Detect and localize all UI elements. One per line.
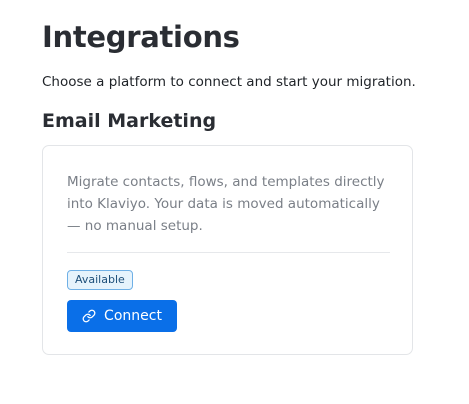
- integrations-page: Integrations Choose a platform to connec…: [0, 0, 469, 404]
- page-title: Integrations: [42, 20, 240, 54]
- page-subtitle: Choose a platform to connect and start y…: [42, 74, 416, 90]
- section-title-email-marketing: Email Marketing: [42, 110, 217, 132]
- integration-card: Migrate contacts, flows, and templates d…: [42, 145, 413, 355]
- card-divider: [67, 252, 390, 253]
- integration-description: Migrate contacts, flows, and templates d…: [67, 174, 385, 234]
- link-icon: [82, 309, 96, 323]
- connect-button-label: Connect: [104, 308, 162, 324]
- connect-button[interactable]: Connect: [67, 300, 177, 332]
- status-badge: Available: [67, 270, 133, 290]
